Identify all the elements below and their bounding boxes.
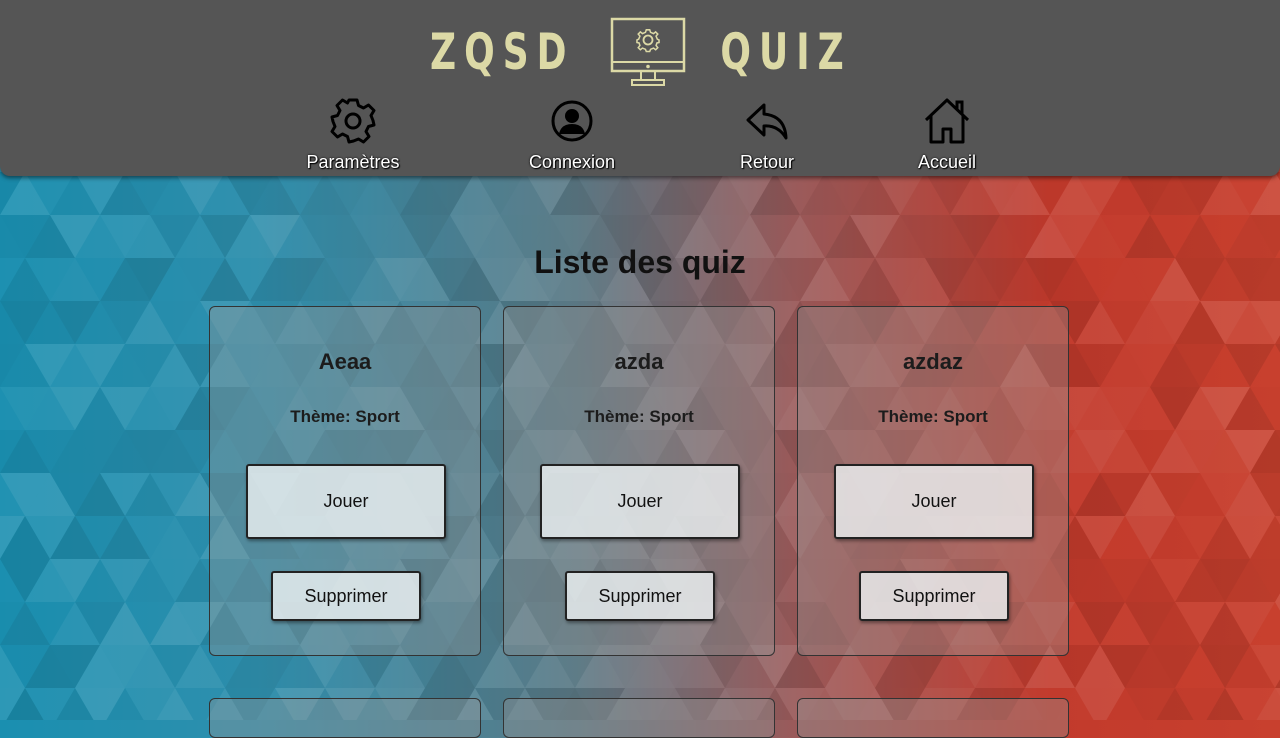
- quiz-card: azdaz Thème: Sport Jouer Supprimer: [797, 306, 1069, 656]
- nav-item-parametres[interactable]: Paramètres: [273, 96, 433, 173]
- logo-text-right: QUIZ: [720, 23, 852, 81]
- top-header: ZQSD QUIZ Paramètres Connexion Retour Ac…: [0, 0, 1280, 176]
- nav-label-accueil: Accueil: [917, 152, 977, 172]
- nav-item-retour[interactable]: Retour: [687, 96, 847, 173]
- quiz-name: Aeaa: [318, 349, 372, 374]
- main-nav: Paramètres Connexion Retour Accueil: [0, 96, 1280, 176]
- play-button[interactable]: Jouer: [834, 464, 1034, 539]
- quiz-card-partial: [209, 698, 481, 738]
- delete-button[interactable]: Supprimer: [271, 571, 421, 621]
- user-circle-icon: [551, 100, 593, 142]
- reply-arrow-icon: [746, 103, 788, 140]
- quiz-theme: Thème: Sport: [878, 407, 988, 426]
- nav-label-connexion: Connexion: [528, 152, 616, 172]
- quiz-theme: Thème: Sport: [290, 407, 400, 426]
- logo-text-left: ZQSD: [429, 23, 575, 81]
- quiz-name: azdaz: [903, 349, 963, 374]
- home-icon: [924, 98, 970, 144]
- quiz-card-partial: [503, 698, 775, 738]
- play-button[interactable]: Jouer: [246, 464, 446, 539]
- play-button[interactable]: Jouer: [540, 464, 740, 539]
- nav-label-retour: Retour: [739, 152, 795, 172]
- nav-label-parametres: Paramètres: [306, 152, 400, 172]
- nav-item-accueil[interactable]: Accueil: [867, 96, 1027, 173]
- quiz-theme: Thème: Sport: [584, 407, 694, 426]
- site-logo[interactable]: ZQSD QUIZ: [0, 14, 1280, 90]
- gear-icon: [330, 98, 376, 144]
- quiz-name: azda: [614, 349, 664, 374]
- nav-item-connexion[interactable]: Connexion: [492, 96, 652, 173]
- quiz-card: azda Thème: Sport Jouer Supprimer: [503, 306, 775, 656]
- quiz-card: Aeaa Thème: Sport Jouer Supprimer: [209, 306, 481, 656]
- delete-button[interactable]: Supprimer: [565, 571, 715, 621]
- quiz-card-partial: [797, 698, 1069, 738]
- monitor-gear-icon: [611, 17, 686, 86]
- delete-button[interactable]: Supprimer: [859, 571, 1009, 621]
- page-title: Liste des quiz: [534, 244, 746, 280]
